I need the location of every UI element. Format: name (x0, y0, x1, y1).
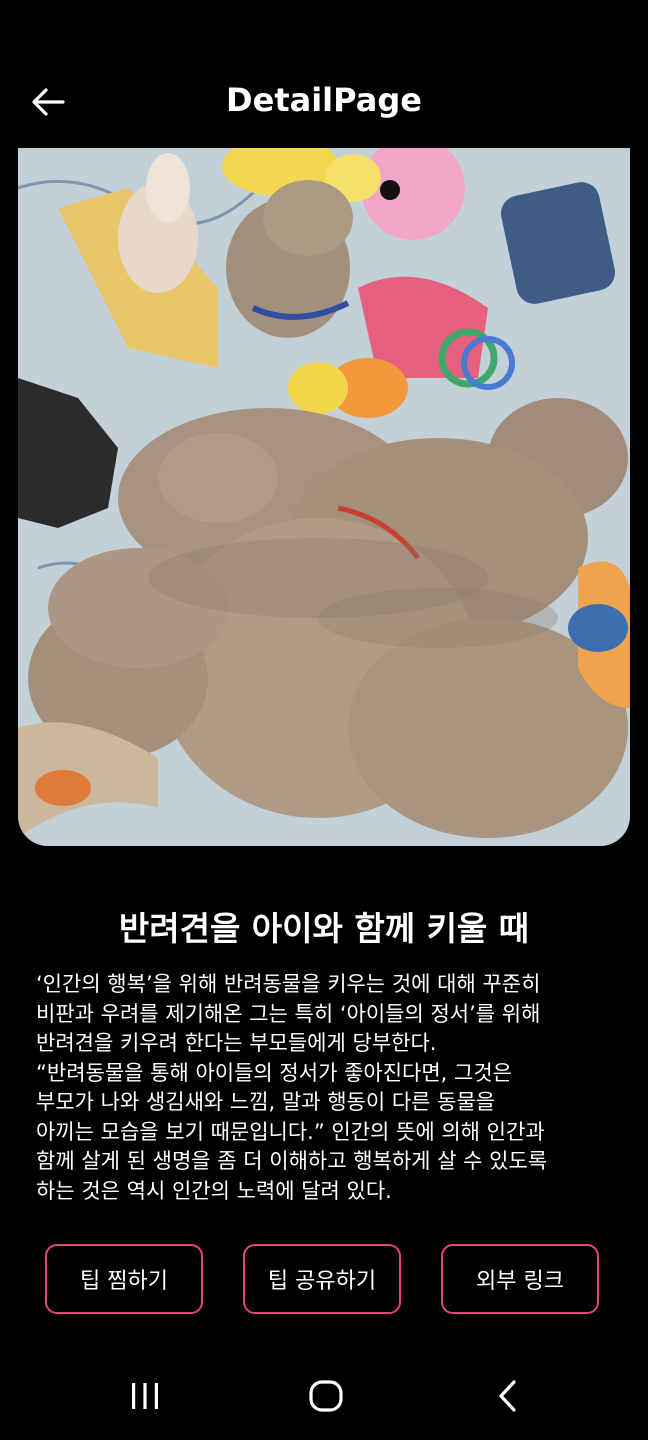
external-link-button[interactable]: 외부 링크 (441, 1244, 599, 1314)
puppies-photo (18, 148, 630, 846)
recent-apps-icon (132, 1383, 158, 1409)
tip-title: 반려견을 아이와 함께 키울 때 (118, 909, 530, 948)
chevron-left-icon (499, 1380, 516, 1412)
app-header: DetailPage (0, 60, 648, 140)
home-icon (309, 1380, 343, 1412)
tip-body: ‘인간의 행복’을 위해 반려동물을 키우는 것에 대해 꾸준히 비판과 우려를… (36, 972, 548, 1203)
page-title: DetailPage (226, 81, 422, 119)
recent-apps-button[interactable] (115, 1374, 175, 1418)
home-button[interactable] (296, 1374, 356, 1418)
action-buttons: 팁 찜하기 팁 공유하기 외부 링크 (45, 1244, 603, 1318)
system-back-button[interactable] (478, 1374, 538, 1418)
save-tip-button[interactable]: 팁 찜하기 (45, 1244, 203, 1314)
system-navigation-bar (0, 1352, 648, 1440)
share-tip-button[interactable]: 팁 공유하기 (243, 1244, 401, 1314)
